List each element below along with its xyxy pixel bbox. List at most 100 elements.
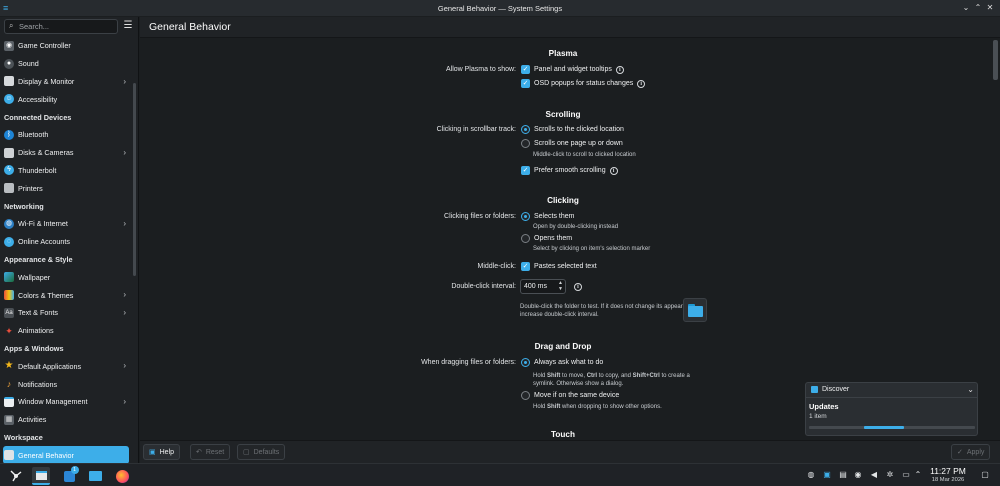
sidebar-item-display-monitor[interactable]: Display & Monitor › <box>0 73 132 91</box>
pastes-selected-option[interactable]: ✓ Pastes selected text <box>521 262 597 271</box>
sidebar-item-notifications[interactable]: ♪ Notifications <box>0 375 132 393</box>
sidebar-item-label: Wi-Fi & Internet <box>18 219 68 229</box>
section-title-touch: Touch <box>551 430 575 439</box>
sidebar-item-disks-cameras[interactable]: Disks & Cameras › <box>0 144 132 162</box>
section-title-scrolling: Scrolling <box>545 110 581 119</box>
always-ask-option[interactable]: Always ask what to do <box>521 358 603 367</box>
selects-them-option[interactable]: Selects them <box>521 212 574 221</box>
defaults-button[interactable]: ▢ Defaults <box>237 444 286 460</box>
discover-tray-icon[interactable]: ▣ <box>822 470 832 480</box>
sidebar-item-label: Window Management <box>18 397 88 407</box>
close-button[interactable]: ✕ <box>985 3 995 13</box>
defaults-icon: ▢ <box>243 449 250 456</box>
tray-expand-icon[interactable]: ⌃ <box>913 470 923 480</box>
sidebar-item-activities[interactable]: ▦ Activities <box>0 411 132 429</box>
content-scrollbar[interactable] <box>993 40 998 80</box>
sidebar-item-game-controller[interactable]: ◉ Game Controller <box>0 37 132 55</box>
apply-icon: ✓ <box>957 449 963 456</box>
move-same-device-option[interactable]: Move if on the same device <box>521 391 619 400</box>
brightness-icon[interactable]: ✲ <box>885 470 895 480</box>
osd-option[interactable]: ✓ OSD popups for status changes i <box>521 79 646 88</box>
sidebar-item-bluetooth[interactable]: ᛒ Bluetooth <box>0 126 132 144</box>
settings-content: Plasma Allow Plasma to show: ✓ Panel and… <box>140 38 992 439</box>
hamburger-menu-button[interactable]: ☰ <box>122 20 134 32</box>
search-icon: ⌕ <box>9 21 14 30</box>
sidebar-item-accessibility[interactable]: ☺ Accessibility <box>0 90 132 108</box>
radio-selected[interactable] <box>521 358 530 367</box>
double-click-interval-spinbox[interactable]: 400 ms ▲ ▼ <box>520 279 566 294</box>
sidebar-scrollbar[interactable] <box>133 83 136 276</box>
search-input[interactable] <box>19 21 115 32</box>
sidebar-item-label: Bluetooth <box>18 130 49 140</box>
sidebar-item-default-applications[interactable]: ★ Default Applications › <box>0 357 132 375</box>
show-desktop-icon[interactable]: ▢ <box>980 470 990 480</box>
info-icon[interactable]: i <box>637 79 646 88</box>
sidebar-item-wifi-internet[interactable]: ◍ Wi-Fi & Internet › <box>0 215 132 233</box>
allow-plasma-label: Allow Plasma to show: <box>445 66 516 73</box>
sidebar-item-label: Default Applications <box>18 361 82 371</box>
chevron-down-icon[interactable]: ⌄ <box>967 385 974 394</box>
sidebar-item-animations[interactable]: ✦ Animations <box>0 322 132 340</box>
selects-them-hint: Open by double-clicking instead <box>533 224 619 230</box>
minimize-button[interactable]: ⌄ <box>961 3 971 13</box>
speaker-icon: ● <box>4 58 14 69</box>
wallpaper-icon <box>4 272 14 283</box>
smooth-scrolling-option[interactable]: ✓ Prefer smooth scrolling i <box>521 166 618 175</box>
info-icon[interactable]: i <box>609 166 618 175</box>
sidebar-item-online-accounts[interactable]: ◌ Online Accounts <box>0 233 132 251</box>
sidebar-item-printers[interactable]: Printers <box>0 179 132 197</box>
checkbox-checked[interactable]: ✓ <box>521 262 530 271</box>
taskbar-dolphin[interactable] <box>86 467 104 485</box>
apply-button[interactable]: ✓ Apply <box>951 444 991 460</box>
section-networking: Networking <box>4 201 44 211</box>
steam-tray-icon[interactable]: ◍ <box>806 470 816 480</box>
sidebar-item-label: Activities <box>18 415 47 425</box>
radio-selected[interactable] <box>521 212 530 221</box>
checkbox-checked[interactable]: ✓ <box>521 79 530 88</box>
maximize-button[interactable]: ⌃ <box>973 3 983 13</box>
taskbar-system-settings[interactable] <box>32 467 50 485</box>
page-title: General Behavior <box>149 21 231 33</box>
info-icon[interactable]: i <box>615 65 624 74</box>
radio-unselected[interactable] <box>521 234 530 243</box>
chevron-right-icon: › <box>123 76 126 86</box>
taskbar-firefox[interactable] <box>113 467 131 485</box>
section-workspace: Workspace <box>4 432 43 442</box>
sidebar-item-window-management[interactable]: Window Management › <box>0 393 132 411</box>
radio-unselected[interactable] <box>521 139 530 148</box>
clipboard-tray-icon[interactable]: ▤ <box>838 470 848 480</box>
help-button[interactable]: ▣ Help <box>143 444 181 460</box>
volume-icon[interactable]: ◀ <box>869 470 879 480</box>
display-icon[interactable]: ▭ <box>901 470 911 480</box>
taskbar-discover[interactable]: 1 <box>60 465 79 485</box>
always-ask-label: Always ask what to do <box>534 359 604 366</box>
sidebar-item-label: Disks & Cameras <box>18 148 74 158</box>
sidebar-item-sound[interactable]: ● Sound <box>0 55 132 73</box>
double-click-test-folder[interactable] <box>683 298 707 322</box>
opens-them-option[interactable]: Opens them <box>521 234 572 243</box>
always-ask-hint: Hold Shift to move, Ctrl to copy, and Sh… <box>533 373 690 387</box>
clock[interactable]: 11:27 PM 18 Mar 2026 <box>925 466 971 483</box>
search-box[interactable]: ⌕ <box>4 19 118 34</box>
steam-status-icon[interactable]: ◉ <box>853 470 863 480</box>
checkbox-checked[interactable]: ✓ <box>521 65 530 74</box>
sidebar-item-colors-themes[interactable]: Colors & Themes › <box>0 286 132 304</box>
scroll-to-location-option[interactable]: Scrolls to the clicked location <box>521 125 624 134</box>
tooltips-option[interactable]: ✓ Panel and widget tooltips i <box>521 65 624 74</box>
info-icon[interactable]: i <box>574 283 582 291</box>
scroll-one-page-option[interactable]: Scrolls one page up or down <box>521 139 623 148</box>
sidebar-item-wallpaper[interactable]: Wallpaper <box>0 268 132 286</box>
sidebar-item-label: Printers <box>18 183 43 193</box>
sidebar-item-text-fonts[interactable]: Aa Text & Fonts › <box>0 304 132 322</box>
radio-selected[interactable] <box>521 125 530 134</box>
sidebar-item-general-behavior[interactable]: General Behavior <box>3 446 129 465</box>
app-launcher-button[interactable] <box>7 467 25 485</box>
radio-unselected[interactable] <box>521 391 530 400</box>
reset-button[interactable]: ↶ Reset <box>190 444 231 460</box>
checkbox-checked[interactable]: ✓ <box>521 166 530 175</box>
star-icon: ★ <box>4 360 14 372</box>
scroll-one-page-label: Scrolls one page up or down <box>534 140 623 147</box>
discover-notification[interactable]: Discover ⌄ Updates 1 item <box>805 382 978 436</box>
sidebar-item-thunderbolt[interactable]: ϟ Thunderbolt <box>0 162 132 180</box>
spin-arrows-icon[interactable]: ▲ ▼ <box>558 280 563 292</box>
